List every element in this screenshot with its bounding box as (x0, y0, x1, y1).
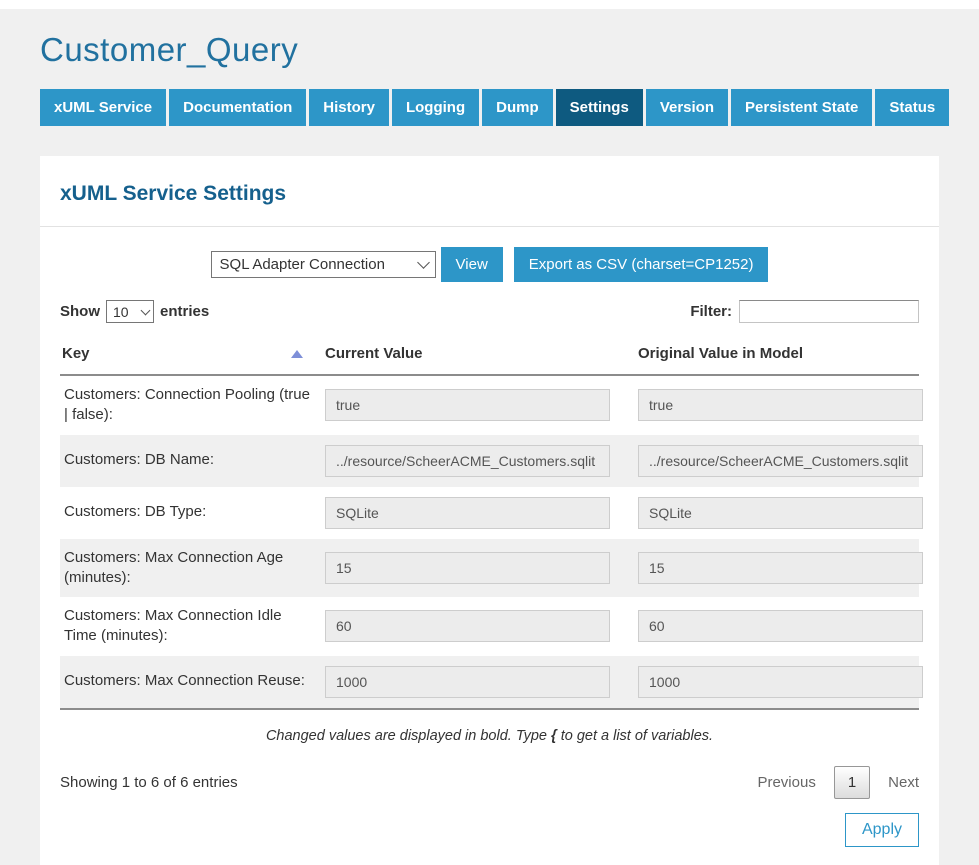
pagination: Previous 1 Next (757, 766, 919, 799)
setting-key: Customers: Max Connection Reuse: (62, 671, 319, 691)
tab-status[interactable]: Status (875, 89, 949, 126)
setting-key: Customers: DB Name: (62, 450, 228, 470)
column-header-current-value[interactable]: Current Value (325, 345, 630, 362)
table-row: Customers: DB Type: (60, 487, 919, 539)
settings-panel: xUML Service Settings SQL Adapter Connec… (40, 156, 939, 865)
current-value-input[interactable] (325, 666, 610, 698)
tab-documentation[interactable]: Documentation (169, 89, 306, 126)
table-row: Customers: Connection Pooling (true | fa… (60, 376, 919, 435)
current-value-input[interactable] (325, 445, 610, 477)
table-row: Customers: Max Connection Idle Time (min… (60, 597, 919, 656)
tab-dump[interactable]: Dump (482, 89, 553, 126)
table-header-row: Key Current Value Original Value in Mode… (60, 333, 919, 376)
tab-history[interactable]: History (309, 89, 389, 126)
page-title: Customer_Query (40, 9, 939, 89)
pagination-previous[interactable]: Previous (757, 774, 815, 791)
sort-asc-icon (291, 350, 303, 358)
export-csv-button[interactable]: Export as CSV (charset=CP1252) (514, 247, 769, 282)
table-row: Customers: Max Connection Age (minutes): (60, 539, 919, 598)
table-row: Customers: DB Name: (60, 435, 919, 487)
showing-entries-text: Showing 1 to 6 of 6 entries (60, 774, 238, 791)
column-header-key[interactable]: Key (60, 345, 325, 362)
original-value-input[interactable] (638, 666, 923, 698)
tabbar: xUML Service Documentation History Loggi… (40, 89, 939, 126)
pagination-next[interactable]: Next (888, 774, 919, 791)
tab-version[interactable]: Version (646, 89, 728, 126)
table-row: Customers: Max Connection Reuse: (60, 656, 919, 708)
tab-persistent-state[interactable]: Persistent State (731, 89, 872, 126)
page-length-select[interactable]: 10 (106, 300, 154, 323)
current-value-input[interactable] (325, 497, 610, 529)
setting-key: Customers: Connection Pooling (true | fa… (62, 385, 325, 426)
settings-toolbar: SQL Adapter Connection View Export as CS… (60, 227, 919, 296)
original-value-input[interactable] (638, 497, 923, 529)
original-value-input[interactable] (638, 610, 923, 642)
panel-heading: xUML Service Settings (60, 156, 919, 226)
page: Customer_Query xUML Service Documentatio… (0, 0, 979, 865)
current-value-input[interactable] (325, 552, 610, 584)
filter-input[interactable] (739, 300, 919, 323)
original-value-input[interactable] (638, 552, 923, 584)
show-label: Show (60, 303, 100, 320)
apply-row: Apply (60, 813, 919, 847)
original-value-input[interactable] (638, 445, 923, 477)
column-header-original-value[interactable]: Original Value in Model (630, 345, 919, 362)
tab-xuml-service[interactable]: xUML Service (40, 89, 166, 126)
filter-label: Filter: (690, 303, 732, 320)
apply-button[interactable]: Apply (845, 813, 919, 847)
tab-settings[interactable]: Settings (556, 89, 643, 126)
content: Customer_Query xUML Service Documentatio… (0, 9, 979, 865)
tab-logging[interactable]: Logging (392, 89, 479, 126)
page-length-select-wrap: 10 (106, 300, 154, 323)
setting-category-select-wrap: SQL Adapter Connection (211, 251, 436, 278)
pagination-page-1[interactable]: 1 (834, 766, 870, 799)
top-strip (0, 0, 979, 9)
setting-category-select[interactable]: SQL Adapter Connection (211, 251, 436, 278)
table-body: Customers: Connection Pooling (true | fa… (60, 376, 919, 710)
filter-group: Filter: (690, 300, 919, 323)
original-value-input[interactable] (638, 389, 923, 421)
current-value-input[interactable] (325, 610, 610, 642)
current-value-input[interactable] (325, 389, 610, 421)
setting-key: Customers: Max Connection Age (minutes): (62, 548, 325, 589)
entries-label: entries (160, 303, 209, 320)
view-button[interactable]: View (441, 247, 503, 282)
list-controls: Show 10 entries Filter: (60, 296, 919, 333)
settings-table: Key Current Value Original Value in Mode… (60, 333, 919, 710)
setting-key: Customers: Max Connection Idle Time (min… (62, 606, 325, 647)
setting-key: Customers: DB Type: (62, 502, 220, 522)
table-footer: Showing 1 to 6 of 6 entries Previous 1 N… (60, 756, 919, 799)
changed-values-note: Changed values are displayed in bold. Ty… (60, 710, 919, 756)
show-entries-group: Show 10 entries (60, 300, 209, 323)
